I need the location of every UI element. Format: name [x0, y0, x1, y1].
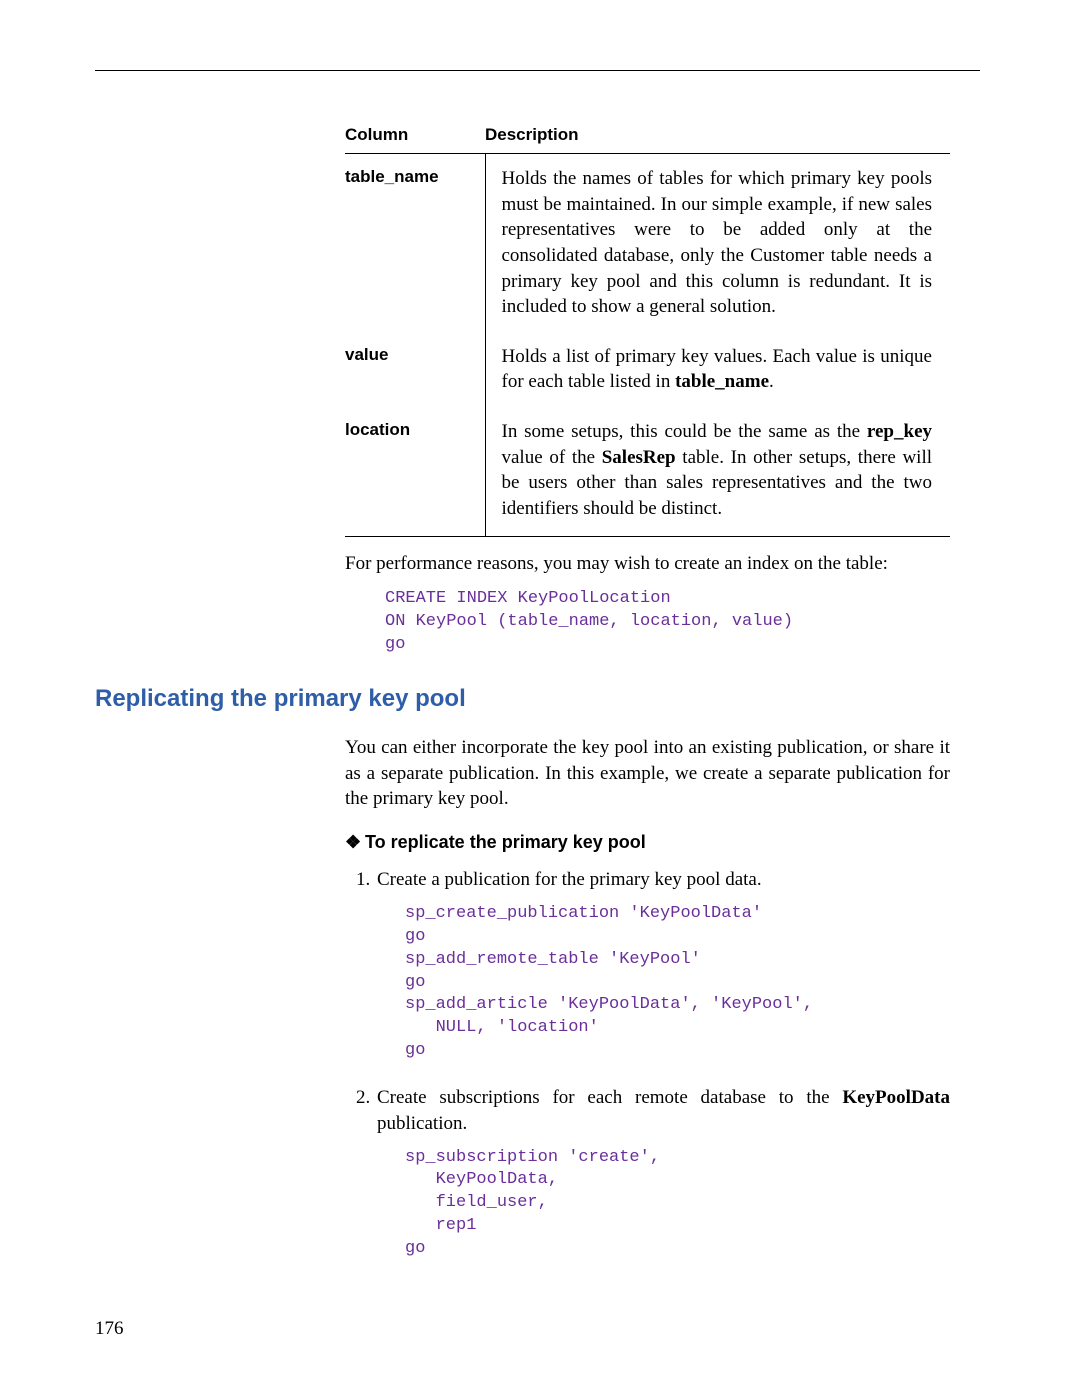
table-cell-column: location [345, 407, 485, 536]
procedure-heading-text: To replicate the primary key pool [365, 832, 646, 852]
section-intro-paragraph: You can either incorporate the key pool … [345, 735, 950, 812]
code-block: sp_subscription 'create', KeyPoolData, f… [405, 1147, 950, 1262]
code-block: sp_create_publication 'KeyPoolData' go s… [405, 903, 950, 1064]
table-header-description: Description [485, 119, 950, 154]
table-cell-description: In some setups, this could be the same a… [485, 407, 950, 536]
table-cell-column: table_name [345, 154, 485, 332]
step-text: Create a publication for the primary key… [377, 867, 950, 893]
diamond-icon: ❖ [345, 832, 359, 853]
table-cell-column: value [345, 332, 485, 407]
table-row: locationIn some setups, this could be th… [345, 407, 950, 536]
column-description-table: Column Description table_nameHolds the n… [345, 119, 950, 537]
step-text: Create subscriptions for each remote dat… [377, 1085, 950, 1136]
list-item: Create a publication for the primary key… [375, 867, 950, 1063]
list-item: Create subscriptions for each remote dat… [375, 1085, 950, 1261]
content-column: Column Description table_nameHolds the n… [345, 119, 950, 657]
section-body: You can either incorporate the key pool … [345, 735, 950, 1261]
procedure-heading: ❖ To replicate the primary key pool [345, 832, 950, 853]
table-cell-description: Holds a list of primary key values. Each… [485, 332, 950, 407]
page-number: 176 [95, 1318, 124, 1340]
after-table-paragraph: For performance reasons, you may wish to… [345, 551, 950, 577]
section-heading: Replicating the primary key pool [95, 685, 980, 713]
table-header-row: Column Description [345, 119, 950, 154]
code-block-create-index: CREATE INDEX KeyPoolLocation ON KeyPool … [385, 588, 950, 657]
procedure-steps: Create a publication for the primary key… [375, 867, 950, 1261]
table-row: table_nameHolds the names of tables for … [345, 154, 950, 332]
table-row: valueHolds a list of primary key values.… [345, 332, 950, 407]
table-header-column: Column [345, 119, 485, 154]
document-page: Column Description table_nameHolds the n… [0, 0, 1080, 1388]
table-cell-description: Holds the names of tables for which prim… [485, 154, 950, 332]
top-rule [95, 70, 980, 71]
